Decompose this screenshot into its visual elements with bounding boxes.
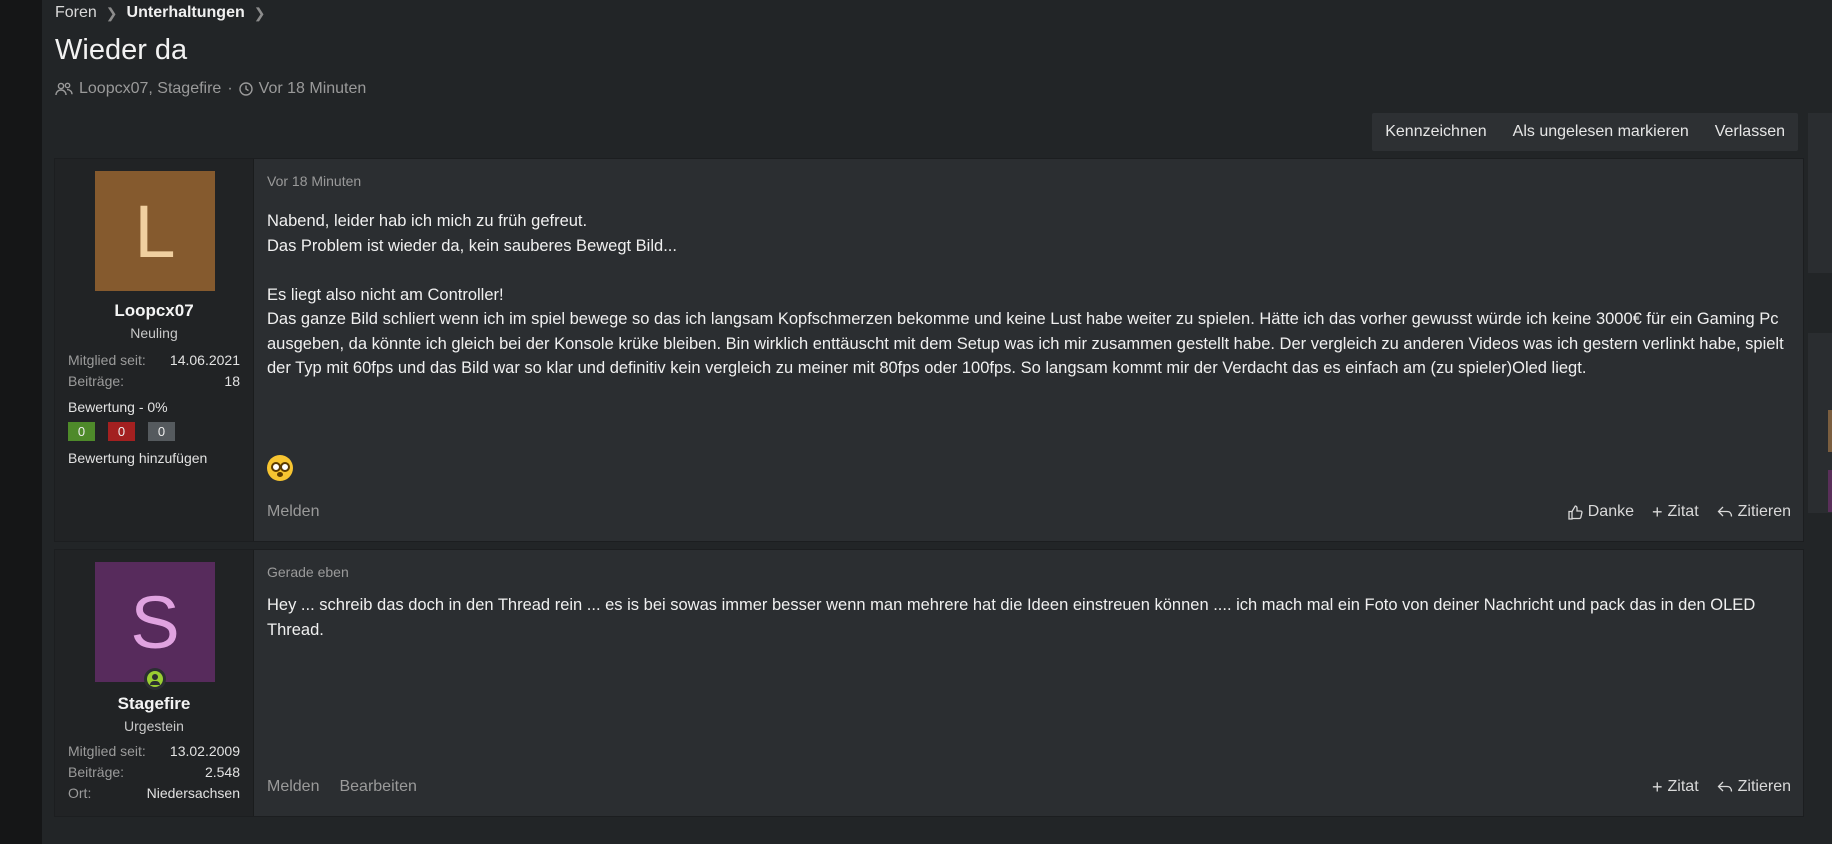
member-since-row: Mitglied seit: 13.02.2009	[68, 743, 240, 759]
online-user-icon	[144, 668, 166, 690]
message-time[interactable]: Vor 18 Minuten	[267, 173, 361, 189]
reply-label: Zitieren	[1737, 778, 1791, 795]
avatar[interactable]: L	[95, 171, 215, 291]
mark-button[interactable]: Kennzeichnen	[1372, 113, 1499, 151]
posts-label: Beiträge:	[68, 764, 125, 780]
member-since-value: 14.06.2021	[169, 352, 240, 368]
conversation-actions: Kennzeichnen Als ungelesen markieren Ver…	[1372, 113, 1798, 151]
quote-button[interactable]: + Zitat	[1652, 778, 1699, 796]
emoji-icon	[267, 455, 293, 481]
user-title: Urgestein	[124, 718, 184, 734]
quote-button[interactable]: + Zitat	[1652, 503, 1699, 521]
posts-label: Beiträge:	[68, 373, 125, 389]
posts-count-row: Beiträge: 2.548	[68, 764, 240, 780]
rating-positive: 0	[68, 422, 95, 441]
thumbs-up-icon	[1568, 504, 1583, 520]
reply-icon	[1717, 781, 1732, 792]
sidebar-avatar[interactable]	[1828, 410, 1832, 452]
meta-separator: ·	[227, 80, 233, 97]
reply-label: Zitieren	[1737, 503, 1791, 520]
participants[interactable]: Loopcx07, Stagefire	[79, 80, 221, 98]
mark-unread-button[interactable]: Als ungelesen markieren	[1500, 113, 1702, 151]
member-since-label: Mitglied seit:	[68, 352, 146, 368]
leave-button[interactable]: Verlassen	[1702, 113, 1798, 151]
message-body: Hey ... schreib das doch in den Thread r…	[267, 593, 1787, 642]
sidebar-panel	[1808, 113, 1832, 273]
paragraph: Nabend, leider hab ich mich zu früh gefr…	[267, 212, 588, 230]
thread-meta: Loopcx07, Stagefire · Vor 18 Minuten	[55, 80, 366, 98]
page-title: Wieder da	[55, 34, 188, 66]
posts-value: 18	[224, 373, 240, 389]
like-label: Danke	[1587, 503, 1634, 520]
left-gutter	[0, 0, 42, 844]
paragraph: Hey ... schreib das doch in den Thread r…	[267, 596, 1756, 639]
sidebar-avatar[interactable]	[1828, 470, 1832, 512]
rating-negative: 0	[108, 422, 135, 441]
rating-neutral: 0	[148, 422, 175, 441]
plus-icon: +	[1652, 502, 1663, 522]
message: S Stagefire Urgestein Mitglied seit: 13.…	[54, 549, 1804, 817]
avatar-letter: L	[134, 189, 176, 273]
paragraph: Das Problem ist wieder da, kein sauberes…	[267, 236, 677, 255]
reply-button[interactable]: Zitieren	[1717, 503, 1791, 521]
add-rating-link[interactable]: Bewertung hinzufügen	[68, 450, 207, 466]
clock-icon	[238, 82, 253, 96]
report-link[interactable]: Melden	[267, 778, 319, 796]
reply-button[interactable]: Zitieren	[1717, 778, 1791, 796]
report-link[interactable]: Melden	[267, 503, 319, 521]
message-footer: Melden Bearbeiten + Zitat Zitieren	[267, 776, 1791, 798]
paragraph: Es liegt also nicht am Controller!	[267, 285, 504, 304]
paragraph	[267, 258, 1787, 283]
page: Foren ❯ Unterhaltungen ❯ Wieder da Loopc…	[42, 0, 1832, 844]
posts-count-row: Beiträge: 18	[68, 373, 240, 389]
location-value: Niedersachsen	[146, 785, 240, 801]
breadcrumb-current[interactable]: Unterhaltungen	[127, 4, 245, 22]
breadcrumb-root[interactable]: Foren	[55, 4, 97, 22]
plus-icon: +	[1652, 777, 1663, 797]
message-footer: Melden Danke + Zitat Zitieren	[267, 501, 1791, 523]
member-since-value: 13.02.2009	[169, 743, 240, 759]
member-since-row: Mitglied seit: 14.06.2021	[68, 352, 240, 368]
quote-label: Zitat	[1667, 503, 1699, 520]
chevron-right-icon: ❯	[105, 4, 118, 21]
username[interactable]: Stagefire	[55, 694, 253, 714]
user-info: S Stagefire Urgestein Mitglied seit: 13.…	[55, 550, 254, 816]
member-since-label: Mitglied seit:	[68, 743, 146, 759]
avatar-letter: S	[130, 580, 180, 664]
rating-boxes: 0 0 0	[68, 422, 175, 441]
users-icon	[55, 82, 73, 96]
reply-icon	[1717, 506, 1732, 517]
location-row: Ort: Niedersachsen	[68, 785, 240, 801]
message-body: Nabend, leider hab ich mich zu früh gefr…	[267, 209, 1787, 381]
posts-value: 2.548	[204, 764, 240, 780]
message-time[interactable]: Gerade eben	[267, 564, 349, 580]
location-label: Ort:	[68, 785, 92, 801]
like-button[interactable]: Danke	[1568, 503, 1634, 521]
message: L Loopcx07 Neuling Mitglied seit: 14.06.…	[54, 158, 1804, 542]
user-title: Neuling	[130, 325, 178, 341]
rating-label: Bewertung - 0%	[68, 399, 168, 415]
edit-link[interactable]: Bearbeiten	[339, 778, 416, 796]
thread-time: Vor 18 Minuten	[258, 80, 367, 97]
breadcrumb: Foren ❯ Unterhaltungen ❯	[55, 2, 265, 24]
avatar[interactable]: S	[95, 562, 215, 682]
user-info: L Loopcx07 Neuling Mitglied seit: 14.06.…	[55, 159, 254, 541]
chevron-right-icon: ❯	[253, 4, 266, 21]
quote-label: Zitat	[1667, 778, 1699, 795]
username[interactable]: Loopcx07	[55, 301, 253, 321]
paragraph: Das ganze Bild schliert wenn ich im spie…	[267, 310, 1784, 377]
